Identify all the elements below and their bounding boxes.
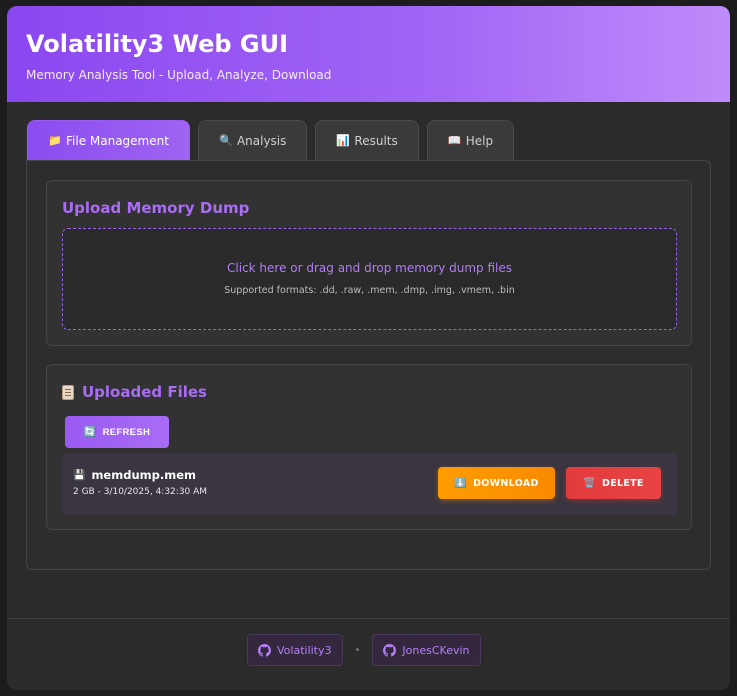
file-name-row: 💾 memdump.mem xyxy=(73,468,196,482)
app-subtitle: Memory Analysis Tool - Upload, Analyze, … xyxy=(26,68,332,82)
tab-file-management[interactable]: 📁 File Management xyxy=(27,120,190,160)
refresh-icon: 🔄 xyxy=(83,426,97,438)
footer-link-label: Volatility3 xyxy=(277,643,332,657)
refresh-button[interactable]: 🔄 REFRESH xyxy=(65,416,169,448)
clipboard-icon xyxy=(62,384,74,400)
github-icon xyxy=(383,643,397,657)
app-header: Volatility3 Web GUI Memory Analysis Tool… xyxy=(7,6,730,102)
tab-label: Help xyxy=(465,133,494,148)
app-window: Volatility3 Web GUI Memory Analysis Tool… xyxy=(7,6,730,690)
tab-bar: 📁 File Management 🔍 Analysis 📊 Results 📖… xyxy=(27,120,515,160)
uploaded-files-heading: Uploaded Files xyxy=(62,383,207,401)
footer-links: Volatility3 • JonesCKevin xyxy=(247,634,481,666)
upload-title: Upload Memory Dump xyxy=(62,199,250,217)
file-list-item: 💾 memdump.mem 2 GB - 3/10/2025, 4:32:30 … xyxy=(62,453,677,515)
book-icon: 📖 xyxy=(447,134,462,147)
tab-help[interactable]: 📖 Help xyxy=(426,120,515,160)
supported-formats: Supported formats: .dd, .raw, .mem, .dmp… xyxy=(224,285,515,296)
tab-results[interactable]: 📊 Results xyxy=(315,120,419,160)
bar-chart-icon: 📊 xyxy=(336,134,351,147)
upload-dropzone[interactable]: Click here or drag and drop memory dump … xyxy=(62,228,677,330)
github-icon xyxy=(258,643,271,657)
volatility3-github-link[interactable]: Volatility3 xyxy=(247,634,343,666)
tab-analysis[interactable]: 🔍 Analysis xyxy=(197,120,308,160)
tab-label: Results xyxy=(354,133,398,148)
upload-card: Upload Memory Dump Click here or drag an… xyxy=(46,180,692,346)
refresh-label: REFRESH xyxy=(102,426,151,438)
file-meta: 2 GB - 3/10/2025, 4:32:30 AM xyxy=(73,487,208,497)
floppy-disk-icon: 💾 xyxy=(73,469,86,481)
tab-label: Analysis xyxy=(236,133,287,148)
download-label: DOWNLOAD xyxy=(473,477,539,489)
delete-label: DELETE xyxy=(602,477,644,489)
footer-link-label: JonesCKevin xyxy=(402,643,470,657)
file-management-panel: Upload Memory Dump Click here or drag an… xyxy=(26,160,711,570)
uploaded-files-title: Uploaded Files xyxy=(82,383,207,401)
tab-label: File Management xyxy=(66,133,169,148)
jonesckevin-github-link[interactable]: JonesCKevin xyxy=(372,634,481,666)
footer-separator: • xyxy=(354,644,361,656)
app-title: Volatility3 Web GUI xyxy=(26,30,289,58)
dropzone-instructions: Click here or drag and drop memory dump … xyxy=(227,261,512,275)
download-arrow-icon: ⬇️ xyxy=(454,477,468,489)
uploaded-files-card: Uploaded Files 🔄 REFRESH 💾 memdump.mem 2… xyxy=(46,364,692,530)
folder-icon: 📁 xyxy=(48,134,62,147)
delete-button[interactable]: 🗑️ DELETE xyxy=(566,467,661,499)
file-name: memdump.mem xyxy=(91,468,196,482)
download-button[interactable]: ⬇️ DOWNLOAD xyxy=(438,467,555,499)
trash-icon: 🗑️ xyxy=(583,477,597,489)
footer: Volatility3 • JonesCKevin xyxy=(7,618,730,690)
magnifier-icon: 🔍 xyxy=(218,134,233,147)
